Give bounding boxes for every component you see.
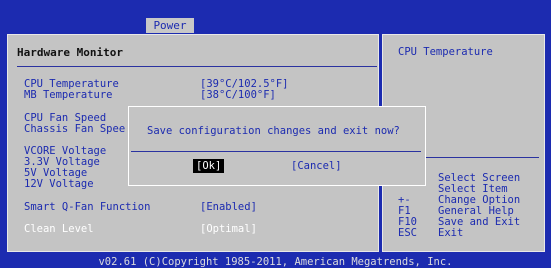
exit-hint: Exit: [438, 227, 464, 239]
chassis-fan-speed-label[interactable]: Chassis Fan Spee: [24, 124, 125, 135]
mb-temperature-label[interactable]: MB Temperature: [24, 90, 113, 101]
tab-power[interactable]: Power: [146, 18, 194, 33]
exit-key: ESC: [398, 227, 417, 239]
smart-q-fan-label[interactable]: Smart Q-Fan Function: [24, 202, 150, 213]
save-exit-dialog: Save configuration changes and exit now?…: [128, 106, 426, 186]
mb-temperature-value: [38°C/100°F]: [200, 89, 276, 101]
dialog-message: Save configuration changes and exit now?: [147, 125, 400, 137]
clean-level-label[interactable]: Clean Level: [24, 224, 94, 235]
cancel-button[interactable]: [Cancel]: [291, 159, 342, 173]
page-title: Hardware Monitor: [17, 46, 123, 59]
smart-q-fan-value[interactable]: [Enabled]: [200, 202, 257, 213]
dialog-divider: [131, 151, 421, 152]
bios-top-bar: Power: [0, 0, 551, 34]
help-title: CPU Temperature: [398, 46, 493, 58]
copyright-footer: v02.61 (C)Copyright 1985-2011, American …: [98, 256, 453, 268]
ok-button[interactable]: [Ok]: [193, 159, 225, 173]
title-divider: [17, 66, 377, 67]
clean-level-value[interactable]: [Optimal]: [200, 224, 257, 235]
voltage-12v-label[interactable]: 12V Voltage: [24, 179, 94, 190]
